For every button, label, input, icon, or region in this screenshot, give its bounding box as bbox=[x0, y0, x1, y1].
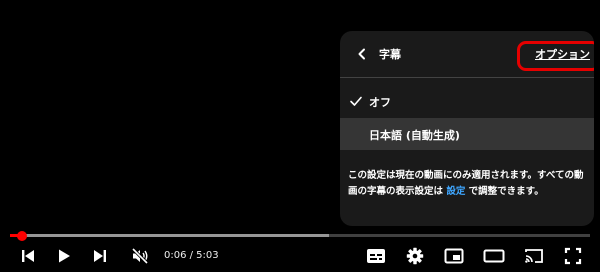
volume-muted-icon bbox=[131, 247, 149, 265]
cast-button[interactable] bbox=[522, 245, 546, 267]
fullscreen-icon bbox=[564, 247, 582, 265]
subtitle-option-label: オフ bbox=[369, 96, 391, 109]
gear-icon bbox=[406, 247, 424, 265]
fullscreen-button[interactable] bbox=[561, 245, 585, 267]
skip-next-icon bbox=[92, 248, 108, 264]
check-icon bbox=[349, 94, 363, 108]
progress-bar[interactable] bbox=[10, 230, 590, 241]
previous-button[interactable] bbox=[16, 245, 40, 267]
panel-header: 字幕 オプション bbox=[340, 31, 594, 78]
subtitle-settings-note: この設定は現在の動画にのみ適用されます。すべての動画の字幕の表示設定は 設定 で… bbox=[348, 168, 590, 200]
settings-button[interactable] bbox=[403, 245, 427, 267]
subtitle-option-off[interactable]: オフ bbox=[340, 85, 594, 117]
back-button[interactable] bbox=[352, 44, 372, 64]
subtitles-button[interactable] bbox=[364, 245, 388, 267]
miniplayer-button[interactable] bbox=[442, 245, 466, 267]
note-text-end: で調整できます。 bbox=[468, 186, 544, 197]
time-display: 0:06 / 5:03 bbox=[164, 250, 219, 261]
cast-icon bbox=[524, 248, 544, 264]
miniplayer-icon bbox=[444, 248, 464, 264]
subtitle-option-label: 日本語 (自動生成) bbox=[369, 129, 460, 142]
scrubber-handle[interactable] bbox=[16, 230, 27, 241]
play-button[interactable] bbox=[52, 245, 76, 267]
mute-button[interactable] bbox=[128, 245, 152, 267]
skip-previous-icon bbox=[20, 248, 36, 264]
theater-mode-icon bbox=[483, 248, 505, 264]
video-player[interactable]: 字幕 オプション オフ 日本語 (自動生成) この設定は現在の動画にのみ適用され… bbox=[0, 0, 600, 272]
next-button[interactable] bbox=[88, 245, 112, 267]
subtitles-settings-panel: 字幕 オプション オフ 日本語 (自動生成) この設定は現在の動画にのみ適用され… bbox=[340, 31, 594, 226]
play-icon bbox=[56, 248, 72, 264]
options-link[interactable]: オプション bbox=[535, 46, 590, 62]
subtitles-icon bbox=[366, 248, 386, 264]
note-text: この設定は現在の動画にのみ適用されます。すべての動画の字幕の表示設定は bbox=[348, 170, 584, 197]
progress-loaded bbox=[10, 234, 329, 237]
theater-mode-button[interactable] bbox=[482, 245, 506, 267]
subtitle-option-japanese-auto[interactable]: 日本語 (自動生成) bbox=[340, 118, 594, 150]
panel-title: 字幕 bbox=[379, 48, 401, 61]
settings-link[interactable]: 設定 bbox=[446, 186, 465, 197]
chevron-left-icon bbox=[356, 48, 368, 60]
